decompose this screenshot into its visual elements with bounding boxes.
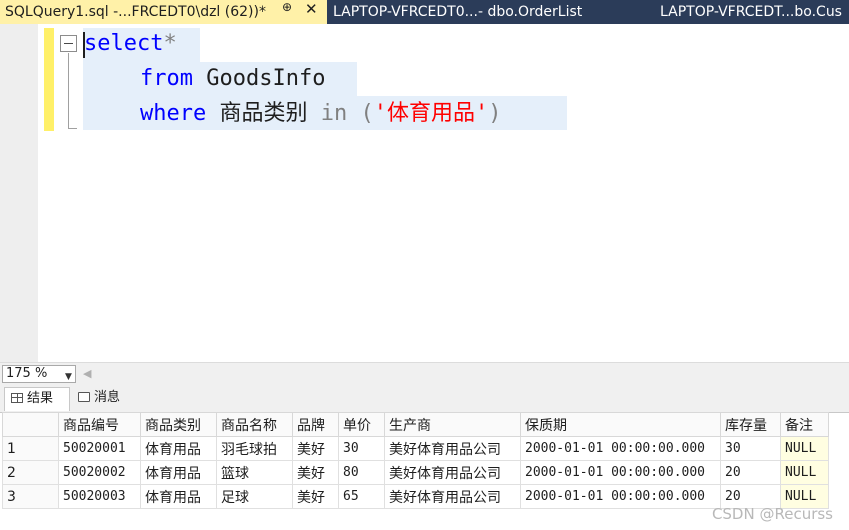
grid-filler (828, 436, 849, 461)
keyword-select: select (84, 31, 164, 56)
grid-cell[interactable]: 20 (720, 460, 781, 485)
column-header[interactable]: 商品名称 (216, 412, 293, 437)
grid-cell[interactable]: 美好 (292, 460, 339, 485)
grid-cell[interactable]: 体育用品 (140, 460, 217, 485)
tab-label: LAPTOP-VFRCEDT...bo.Cus (660, 4, 842, 20)
table-row[interactable]: 1 50020001 体育用品 羽毛球拍 美好 30 美好体育用品公司 2000… (2, 436, 849, 461)
code-line-1[interactable]: select* (84, 28, 177, 60)
string-literal: '体育用品' (373, 101, 489, 126)
keyword-where: where (140, 101, 207, 126)
column-header[interactable]: 备注 (780, 412, 829, 437)
column-header[interactable]: 单价 (338, 412, 385, 437)
table-row[interactable]: 2 50020002 体育用品 篮球 美好 80 美好体育用品公司 2000-0… (2, 460, 849, 485)
keyword-in: in (320, 101, 348, 126)
grid-cell[interactable]: 30 (338, 436, 385, 461)
grid-cell[interactable]: 80 (338, 460, 385, 485)
fold-guide-end (68, 128, 77, 129)
column-name: 商品类别 (206, 101, 321, 126)
code-line-2[interactable]: from GoodsInfo (140, 63, 325, 95)
watermark: CSDN @Recurss (711, 505, 833, 523)
grid-cell[interactable]: 美好 (292, 436, 339, 461)
grid-cell[interactable]: 美好体育用品公司 (384, 460, 521, 485)
column-header[interactable]: 商品编号 (58, 412, 141, 437)
grid-cell[interactable]: 美好体育用品公司 (384, 484, 521, 509)
results-tab-strip: 结果 消息 (0, 384, 849, 412)
grid-cell[interactable]: 2000-01-01 00:00:00.000 (520, 484, 721, 509)
tab-label: LAPTOP-VFRCEDT0...- dbo.OrderList (333, 4, 583, 20)
close-paren: ) (488, 101, 502, 126)
tab-messages[interactable]: 消息 (74, 387, 134, 411)
grid-cell[interactable]: 65 (338, 484, 385, 509)
grid-cell[interactable]: 2000-01-01 00:00:00.000 (520, 460, 721, 485)
grid-cell[interactable]: 美好体育用品公司 (384, 436, 521, 461)
text-cursor (83, 32, 85, 58)
column-header[interactable]: 库存量 (720, 412, 781, 437)
tab-results-label: 结果 (27, 391, 54, 406)
change-tracking-bar (44, 28, 54, 131)
grid-cell[interactable]: 羽毛球拍 (216, 436, 293, 461)
tab-label: SQLQuery1.sql -...FRCEDT0\dzl (62))* (5, 4, 266, 20)
asterisk: * (163, 31, 177, 56)
column-header[interactable]: 商品类别 (140, 412, 217, 437)
grid-cell[interactable]: 美好 (292, 484, 339, 509)
zoom-dropdown[interactable]: 175 % ▼ (2, 365, 76, 383)
column-header[interactable]: 生产商 (384, 412, 521, 437)
row-number[interactable]: 2 (2, 460, 59, 485)
tab-customer[interactable]: LAPTOP-VFRCEDT...bo.Cus (660, 0, 849, 24)
grid-cell[interactable]: 50020002 (58, 460, 141, 485)
query-editor[interactable]: select* from GoodsInfo where 商品类别 in ('体… (0, 24, 849, 362)
scroll-left-icon[interactable]: ◀ (83, 367, 91, 380)
grid-cell[interactable]: 体育用品 (140, 484, 217, 509)
code-line-3[interactable]: where 商品类别 in ('体育用品') (140, 98, 501, 130)
pin-icon[interactable]: ⊕ (282, 0, 292, 14)
tab-sqlquery1[interactable]: SQLQuery1.sql -...FRCEDT0\dzl (62))* (0, 0, 327, 24)
tab-results[interactable]: 结果 (4, 387, 70, 411)
table-name: GoodsInfo (192, 66, 326, 91)
grid-icon (11, 393, 23, 403)
document-tab-strip: SQLQuery1.sql -...FRCEDT0\dzl (62))* ⊕ ✕… (0, 0, 849, 24)
editor-status-bar: 175 % ▼ ◀ (0, 362, 849, 384)
tab-messages-label: 消息 (94, 390, 121, 405)
open-paren: ( (347, 101, 374, 126)
grid-header-row: 商品编号 商品类别 商品名称 品牌 单价 生产商 保质期 库存量 备注 (2, 412, 849, 437)
grid-filler (828, 460, 849, 485)
grid-cell[interactable]: 50020001 (58, 436, 141, 461)
fold-guide (68, 53, 69, 129)
grid-cell[interactable]: 2000-01-01 00:00:00.000 (520, 436, 721, 461)
row-number-header[interactable] (2, 412, 59, 437)
results-grid[interactable]: 商品编号 商品类别 商品名称 品牌 单价 生产商 保质期 库存量 备注 1 50… (2, 412, 849, 509)
chevron-down-icon: ▼ (65, 372, 72, 382)
grid-cell[interactable]: 足球 (216, 484, 293, 509)
grid-cell-null[interactable]: NULL (780, 460, 829, 485)
column-header[interactable]: 保质期 (520, 412, 721, 437)
keyword-from: from (140, 66, 193, 91)
grid-cell-null[interactable]: NULL (780, 436, 829, 461)
row-number[interactable]: 1 (2, 436, 59, 461)
tab-orderlist[interactable]: LAPTOP-VFRCEDT0...- dbo.OrderList (333, 0, 623, 24)
zoom-value: 175 % (6, 366, 48, 381)
column-header[interactable]: 品牌 (292, 412, 339, 437)
grid-cell[interactable]: 篮球 (216, 460, 293, 485)
grid-filler (828, 412, 849, 437)
grid-cell[interactable]: 50020003 (58, 484, 141, 509)
grid-cell[interactable]: 30 (720, 436, 781, 461)
row-number[interactable]: 3 (2, 484, 59, 509)
close-icon[interactable]: ✕ (305, 0, 318, 18)
collapse-icon[interactable] (60, 35, 77, 52)
editor-gutter (0, 24, 38, 362)
message-icon (78, 392, 90, 402)
grid-cell[interactable]: 体育用品 (140, 436, 217, 461)
